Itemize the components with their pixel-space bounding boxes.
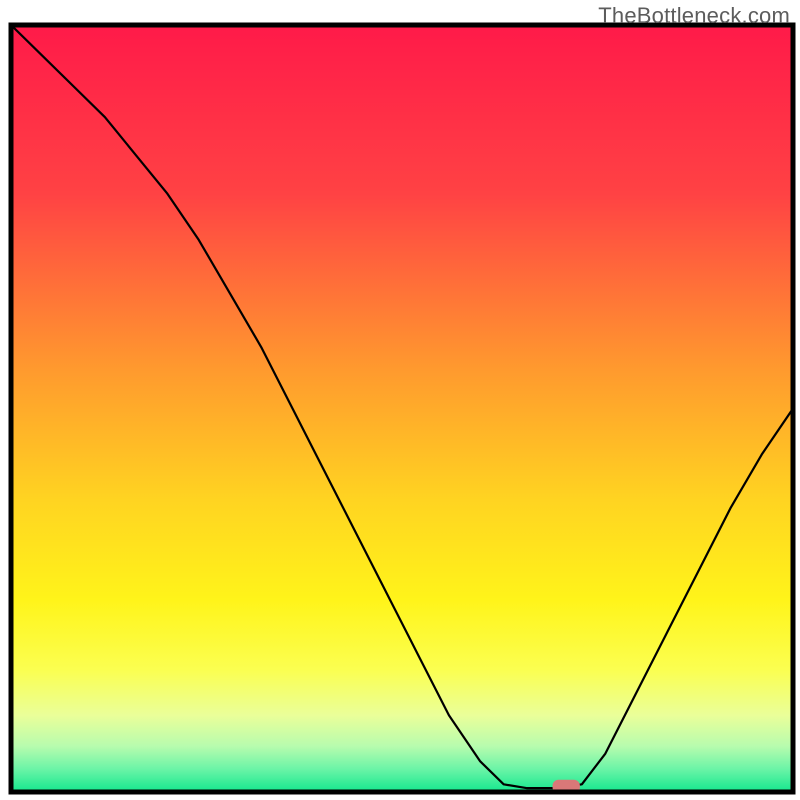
bottleneck-chart	[0, 0, 800, 800]
chart-container: TheBottleneck.com	[0, 0, 800, 800]
gradient-background	[11, 25, 793, 792]
watermark-text: TheBottleneck.com	[598, 3, 790, 29]
